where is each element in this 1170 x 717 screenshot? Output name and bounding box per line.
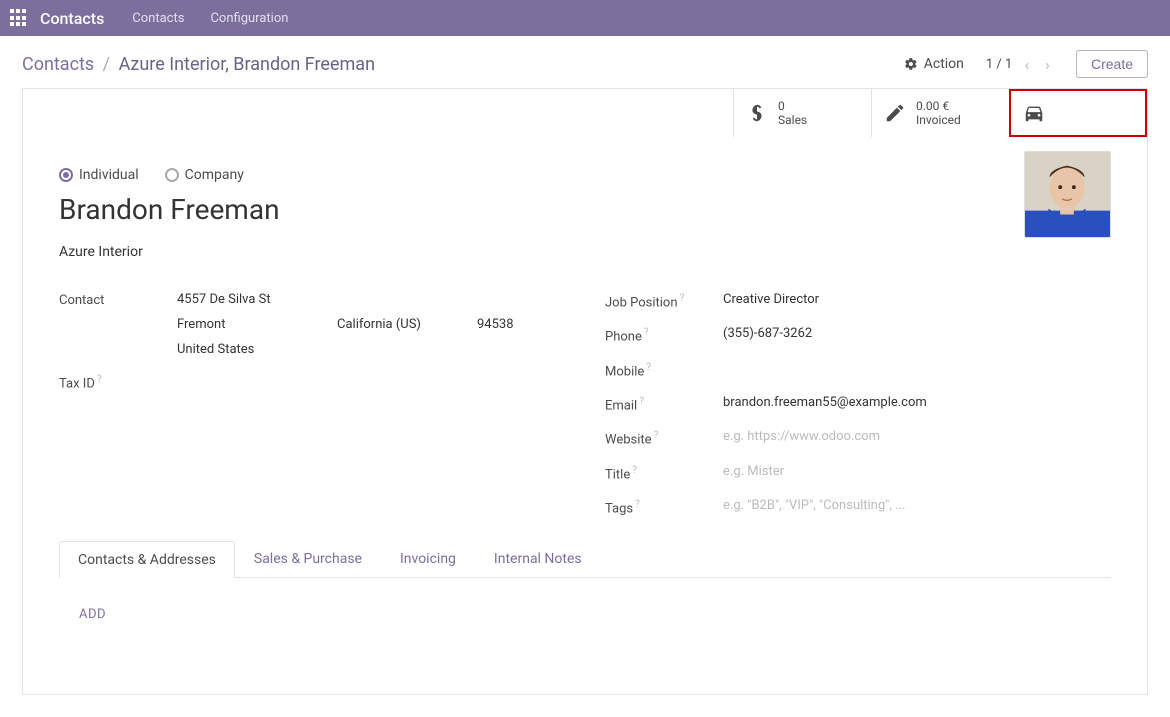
stat-invoiced-value: 0.00 € <box>916 99 961 113</box>
content-area: 0 Sales 0.00 € Invoiced <box>0 88 1170 717</box>
gear-icon <box>904 57 918 71</box>
avatar[interactable] <box>1024 151 1111 238</box>
tab-internal-notes[interactable]: Internal Notes <box>475 540 601 577</box>
stat-invoiced-label: Invoiced <box>916 113 961 127</box>
tax-id-label: Tax ID? <box>59 373 177 391</box>
avatar-image <box>1025 152 1110 237</box>
help-icon[interactable]: ? <box>639 396 644 407</box>
email-value[interactable]: brandon.freeman55@example.com <box>723 395 1111 410</box>
tab-invoicing[interactable]: Invoicing <box>381 540 475 577</box>
create-button[interactable]: Create <box>1076 50 1148 78</box>
radio-individual-control <box>59 168 73 182</box>
add-button[interactable]: ADD <box>79 607 106 622</box>
stat-sales-label: Sales <box>778 113 807 127</box>
contact-type-radios: Individual Company <box>59 167 1111 183</box>
stat-sales[interactable]: 0 Sales <box>733 89 871 137</box>
sub-header-right: Action 1 / 1 ‹ › Create <box>904 50 1148 78</box>
address-zip: 94538 <box>477 317 557 332</box>
help-icon[interactable]: ? <box>680 293 685 304</box>
tabs: Contacts & Addresses Sales & Purchase In… <box>59 540 1111 578</box>
field-job-position: Job Position? Creative Director <box>605 292 1111 310</box>
field-website: Website? e.g. https://www.odoo.com <box>605 429 1111 447</box>
field-tax-id: Tax ID? <box>59 373 565 391</box>
website-label: Website? <box>605 429 723 447</box>
pager-text: 1 / 1 <box>986 57 1012 72</box>
address-country: United States <box>177 342 557 357</box>
radio-individual-label: Individual <box>79 167 139 183</box>
company-name[interactable]: Azure Interior <box>59 244 1111 260</box>
field-email: Email? brandon.freeman55@example.com <box>605 395 1111 413</box>
breadcrumb-current: Azure Interior, Brandon Freeman <box>119 54 375 75</box>
breadcrumb-root[interactable]: Contacts <box>22 54 94 75</box>
right-column: Job Position? Creative Director Phone? (… <box>605 292 1111 532</box>
brand-title: Contacts <box>40 9 104 28</box>
contact-name[interactable]: Brandon Freeman <box>59 193 1111 226</box>
field-address: Contact 4557 De Silva St Fremont Califor… <box>59 292 565 357</box>
website-value[interactable]: e.g. https://www.odoo.com <box>723 429 1111 444</box>
radio-company[interactable]: Company <box>165 167 244 183</box>
phone-label: Phone? <box>605 326 723 344</box>
breadcrumb: Contacts / Azure Interior, Brandon Freem… <box>22 54 375 75</box>
form-card: 0 Sales 0.00 € Invoiced <box>22 88 1148 695</box>
address-label: Contact <box>59 292 177 308</box>
help-icon[interactable]: ? <box>632 465 637 476</box>
stat-sales-value: 0 <box>778 99 807 113</box>
breadcrumb-separator: / <box>103 54 110 75</box>
job-position-label: Job Position? <box>605 292 723 310</box>
field-title: Title? e.g. Mister <box>605 464 1111 482</box>
action-label: Action <box>924 56 964 72</box>
pencil-note-icon <box>884 102 906 124</box>
nav-contacts[interactable]: Contacts <box>132 11 184 26</box>
field-columns: Contact 4557 De Silva St Fremont Califor… <box>59 292 1111 532</box>
radio-company-control <box>165 168 179 182</box>
help-icon[interactable]: ? <box>644 327 649 338</box>
pager: 1 / 1 ‹ › <box>986 55 1054 74</box>
radio-company-label: Company <box>185 167 244 183</box>
apps-icon[interactable] <box>10 9 28 27</box>
action-dropdown[interactable]: Action <box>904 56 964 72</box>
address-state: California (US) <box>337 317 477 332</box>
address-value[interactable]: 4557 De Silva St Fremont California (US)… <box>177 292 565 357</box>
tags-label: Tags? <box>605 498 723 516</box>
form-body: Individual Company Brandon Freeman Azure… <box>23 137 1147 694</box>
stat-invoiced[interactable]: 0.00 € Invoiced <box>871 89 1009 137</box>
field-mobile: Mobile? <box>605 361 1111 379</box>
top-bar: Contacts Contacts Configuration <box>0 0 1170 36</box>
help-icon[interactable]: ? <box>97 374 102 385</box>
radio-individual[interactable]: Individual <box>59 167 139 183</box>
job-position-value[interactable]: Creative Director <box>723 292 1111 307</box>
address-city: Fremont <box>177 317 337 332</box>
sub-header: Contacts / Azure Interior, Brandon Freem… <box>0 36 1170 88</box>
phone-value[interactable]: (355)-687-3262 <box>723 326 1111 341</box>
stat-bar: 0 Sales 0.00 € Invoiced <box>23 89 1147 137</box>
tab-body: ADD <box>59 578 1111 682</box>
help-icon[interactable]: ? <box>646 362 651 373</box>
email-label: Email? <box>605 395 723 413</box>
help-icon[interactable]: ? <box>654 430 659 441</box>
title-label: Title? <box>605 464 723 482</box>
top-nav: Contacts Configuration <box>132 11 288 26</box>
help-icon[interactable]: ? <box>635 499 640 510</box>
mobile-label: Mobile? <box>605 361 723 379</box>
stat-vehicle[interactable] <box>1009 89 1147 137</box>
address-street: 4557 De Silva St <box>177 292 557 307</box>
field-tags: Tags? e.g. "B2B", "VIP", "Consulting", .… <box>605 498 1111 516</box>
field-phone: Phone? (355)-687-3262 <box>605 326 1111 344</box>
tab-sales-purchase[interactable]: Sales & Purchase <box>235 540 381 577</box>
pager-next[interactable]: › <box>1041 55 1054 74</box>
pager-prev[interactable]: ‹ <box>1020 55 1033 74</box>
left-column: Contact 4557 De Silva St Fremont Califor… <box>59 292 565 532</box>
tab-contacts-addresses[interactable]: Contacts & Addresses <box>59 541 235 578</box>
statbar-spacer <box>23 89 733 137</box>
dollar-icon <box>746 102 768 124</box>
car-icon <box>1023 102 1045 124</box>
title-value[interactable]: e.g. Mister <box>723 464 1111 479</box>
nav-configuration[interactable]: Configuration <box>210 11 288 26</box>
tags-value[interactable]: e.g. "B2B", "VIP", "Consulting", ... <box>723 498 1111 513</box>
